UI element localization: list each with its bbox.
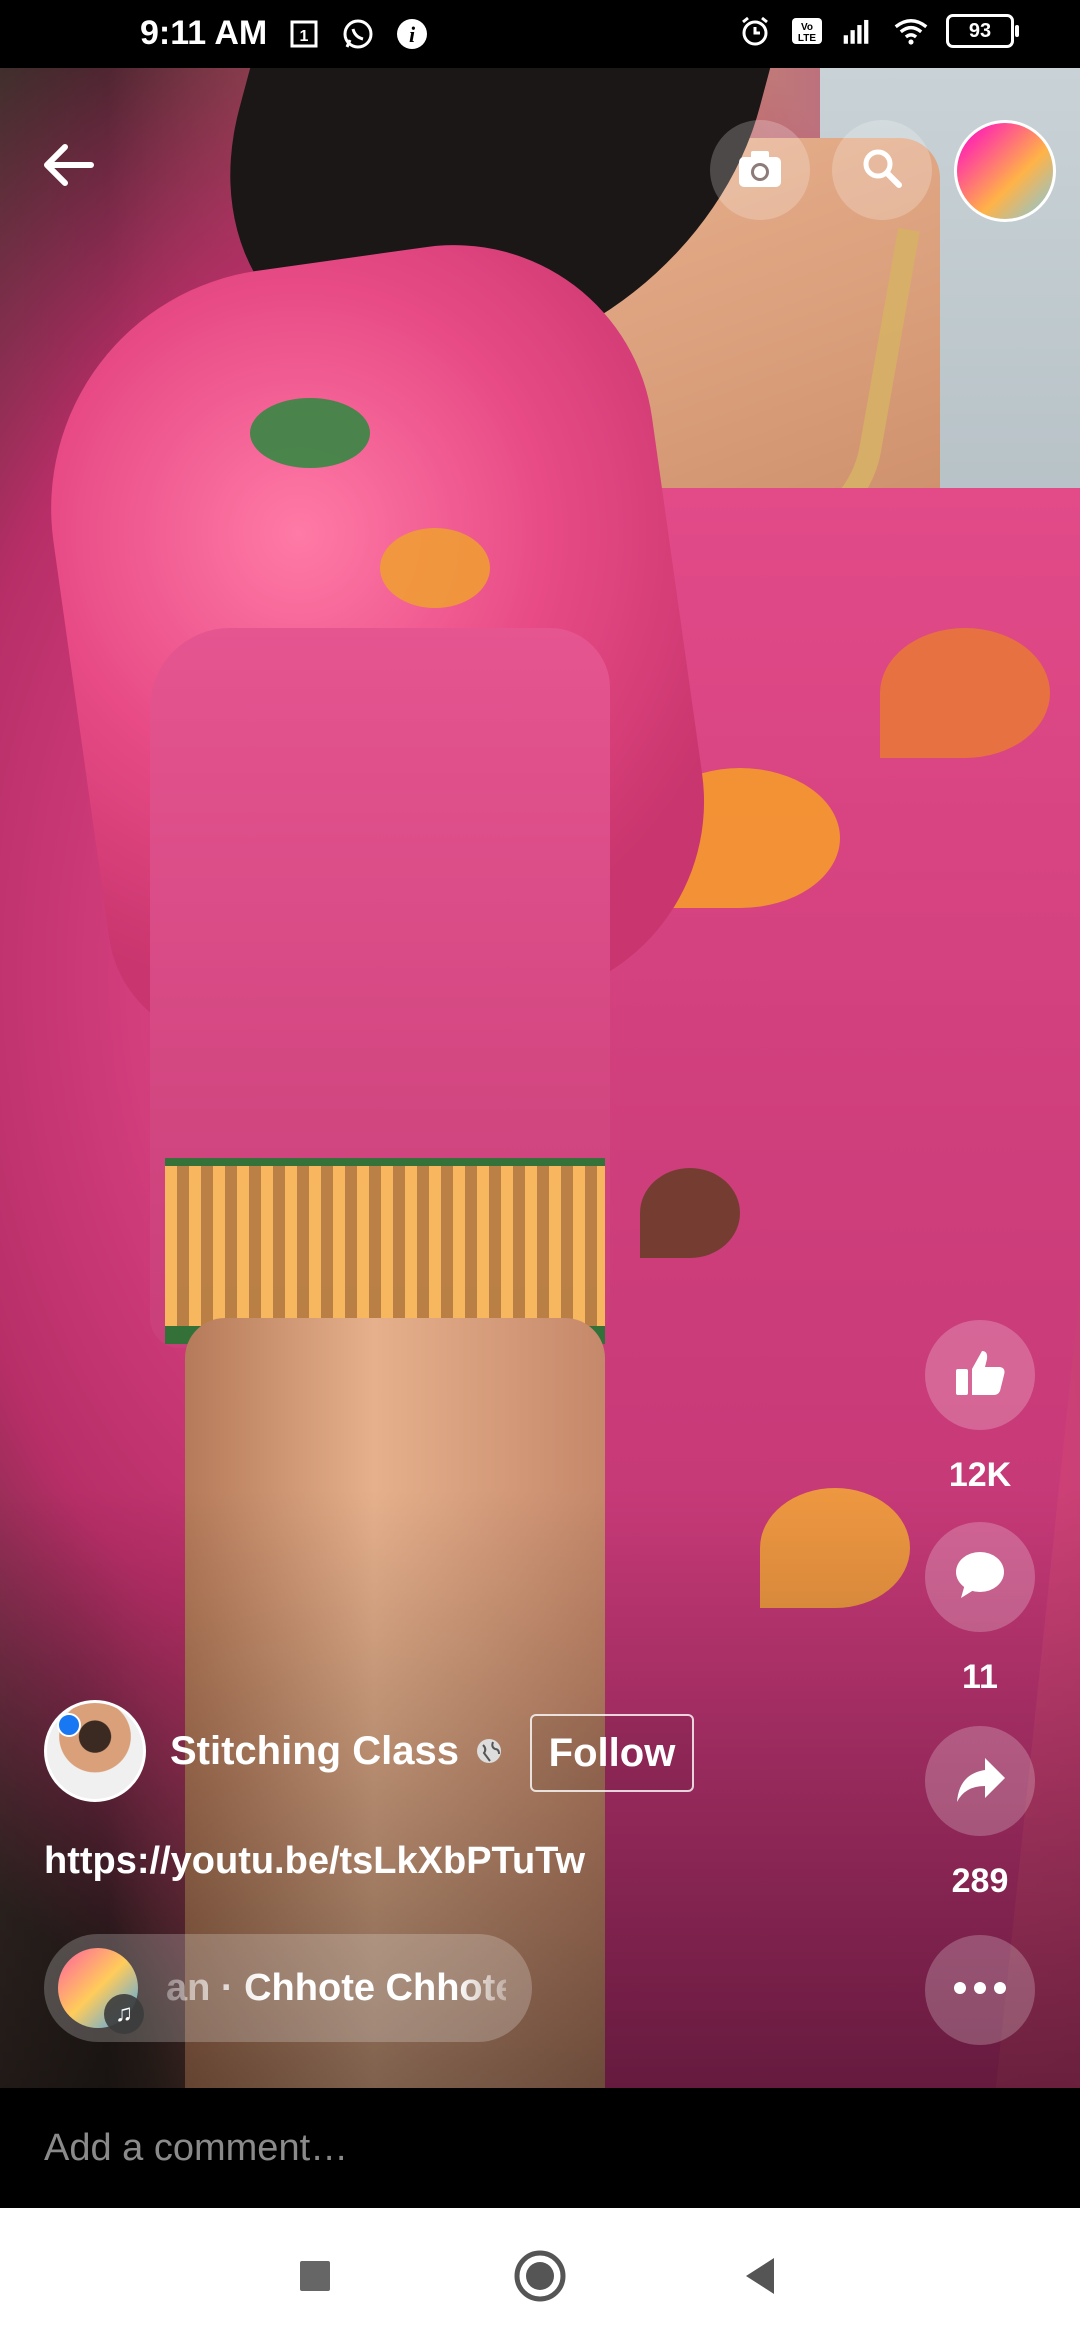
recents-square-icon — [298, 2259, 332, 2298]
signal-icon — [842, 14, 876, 48]
back-button[interactable] — [34, 132, 104, 202]
comment-count: 11 — [962, 1658, 998, 1696]
back-arrow-icon — [39, 135, 99, 200]
wifi-icon — [894, 14, 928, 48]
svg-text:Vo: Vo — [801, 22, 813, 33]
camera-button[interactable] — [710, 120, 810, 220]
author-name[interactable]: Stitching Class — [170, 1729, 459, 1774]
sleeve-print — [380, 528, 490, 608]
author-row: Stitching Class — [44, 1700, 503, 1802]
like-action: 12K — [925, 1320, 1035, 1495]
back-nav-button[interactable] — [720, 2238, 800, 2318]
more-options-button[interactable] — [925, 1935, 1035, 2045]
share-count: 289 — [951, 1862, 1009, 1900]
thumbs-up-icon — [950, 1343, 1010, 1408]
facebook-badge-icon — [57, 1713, 81, 1737]
search-icon — [859, 145, 905, 196]
alarm-icon — [738, 14, 772, 48]
comment-bubble-icon — [951, 1546, 1009, 1609]
share-button[interactable] — [925, 1726, 1035, 1836]
status-right: Vo LTE 93 — [738, 14, 1019, 48]
more-dots-icon — [952, 1981, 1008, 2000]
home-button[interactable] — [500, 2238, 580, 2318]
camera-icon — [735, 143, 785, 198]
search-button[interactable] — [832, 120, 932, 220]
like-button[interactable] — [925, 1320, 1035, 1430]
svg-text:1: 1 — [300, 28, 309, 45]
svg-text:LTE: LTE — [798, 33, 816, 44]
home-circle-icon — [513, 2249, 567, 2308]
author-avatar[interactable] — [44, 1700, 146, 1802]
music-title: an · Chhote Chhote — [166, 1966, 506, 2009]
comment-bar: Add a comment… — [0, 2088, 1080, 2208]
post-caption-link[interactable]: https://youtu.be/tsLkXbPTuTw — [44, 1840, 585, 1883]
status-left: 9:11 AM 1 i — [140, 14, 429, 53]
whatsapp-icon — [341, 17, 375, 51]
share-arrow-icon — [951, 1750, 1009, 1813]
globe-icon — [475, 1737, 503, 1765]
saree-flower — [640, 1168, 740, 1258]
music-attribution[interactable]: ♫ an · Chhote Chhote — [44, 1934, 532, 2042]
system-navigation-bar — [0, 2208, 1080, 2340]
battery-level: 93 — [968, 19, 992, 42]
music-thumbnail: ♫ — [58, 1948, 144, 2034]
sleeve-border — [165, 1158, 605, 1344]
sim-card-icon: 1 — [287, 17, 321, 51]
user-profile-avatar[interactable] — [954, 120, 1056, 222]
status-time: 9:11 AM — [140, 14, 268, 52]
comment-action: 11 — [925, 1522, 1035, 1697]
recents-button[interactable] — [275, 2238, 355, 2318]
info-icon: i — [395, 17, 429, 51]
saree-flower — [880, 628, 1050, 758]
battery-icon: 93 — [946, 14, 1019, 48]
comment-input[interactable]: Add a comment… — [44, 2127, 348, 2170]
music-note-icon: ♫ — [104, 1994, 144, 2034]
volte-icon: Vo LTE — [790, 14, 824, 48]
status-bar: 9:11 AM 1 i Vo LTE 93 — [0, 0, 1080, 68]
follow-button[interactable]: Follow — [530, 1714, 694, 1792]
sleeve-print — [250, 398, 370, 468]
svg-text:i: i — [409, 22, 416, 47]
share-action: 289 — [925, 1726, 1035, 1901]
like-count: 12K — [948, 1456, 1012, 1494]
back-triangle-icon — [742, 2256, 778, 2301]
comment-button[interactable] — [925, 1522, 1035, 1632]
